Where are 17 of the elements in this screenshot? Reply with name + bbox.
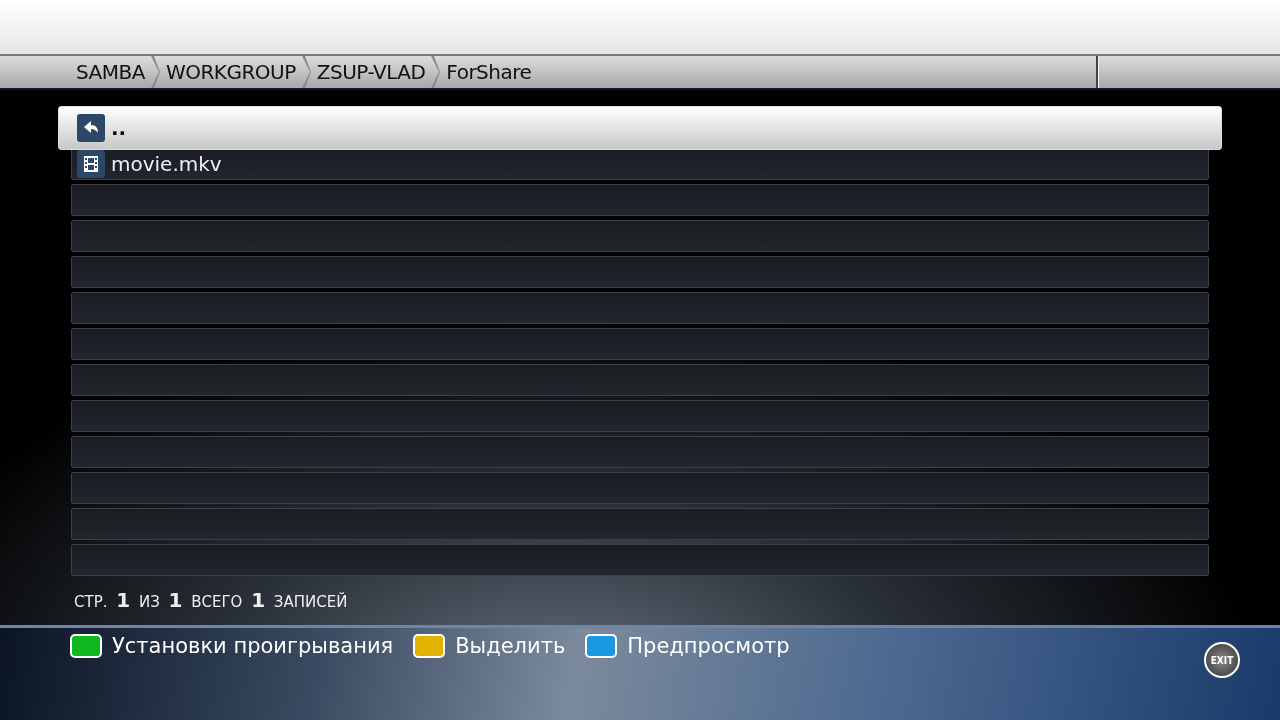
page-info: СТР. 1 ИЗ 1 ВСЕГО 1 ЗАПИСЕЙ bbox=[74, 588, 349, 612]
file-name: .. bbox=[111, 116, 127, 140]
action-label[interactable]: Установки проигрывания bbox=[112, 634, 394, 658]
file-name: movie.mkv bbox=[111, 152, 222, 176]
action-label[interactable]: Выделить bbox=[455, 634, 566, 658]
breadcrumb-item[interactable]: ZSUP-VLAD bbox=[314, 60, 431, 84]
chevron-icon bbox=[300, 56, 311, 88]
breadcrumb-item[interactable]: ForShare bbox=[444, 60, 537, 84]
film-icon bbox=[77, 150, 105, 178]
exit-button[interactable]: EXIT bbox=[1204, 642, 1240, 678]
file-row[interactable]: movie.mkv bbox=[71, 148, 1209, 180]
breadcrumb-item[interactable]: WORKGROUP bbox=[163, 60, 301, 84]
chevron-icon bbox=[430, 56, 441, 88]
action-label[interactable]: Предпросмотр bbox=[627, 634, 790, 658]
file-row[interactable]: .. bbox=[58, 106, 1222, 150]
chevron-icon bbox=[149, 56, 160, 88]
breadcrumb-item[interactable]: SAMBA bbox=[74, 60, 150, 84]
